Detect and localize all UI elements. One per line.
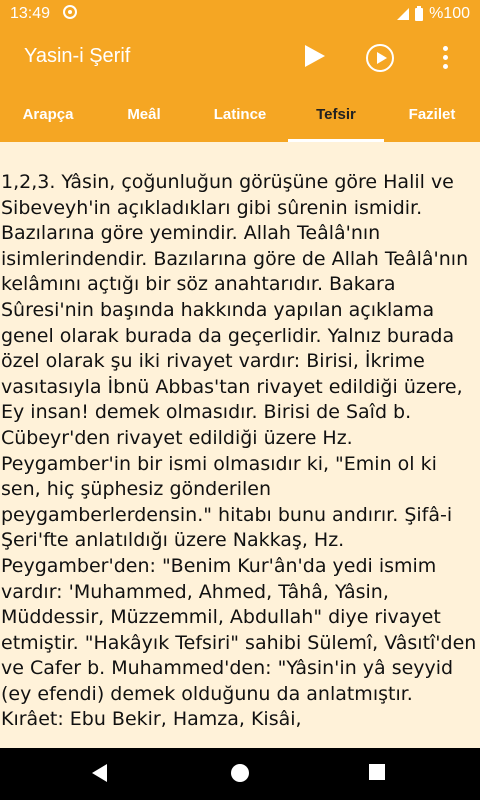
status-right: %100	[397, 5, 470, 23]
tab-meal[interactable]: Meâl	[96, 86, 192, 142]
more-options-icon[interactable]	[443, 46, 449, 70]
app-title: Yasin-i Şerif	[24, 45, 131, 67]
tab-latince[interactable]: Latince	[192, 86, 288, 142]
sync-icon	[63, 5, 77, 19]
tab-arapca[interactable]: Arapça	[0, 86, 96, 142]
navigation-bar	[0, 748, 480, 800]
signal-icon	[397, 8, 410, 20]
status-time: 13:49	[10, 5, 51, 22]
play-icon[interactable]	[305, 45, 325, 67]
battery-level: %100	[429, 5, 470, 22]
back-icon[interactable]	[92, 764, 107, 782]
play-circle-icon[interactable]	[366, 44, 394, 72]
tab-fazilet[interactable]: Fazilet	[384, 86, 480, 142]
status-bar: 13:49 %100	[0, 0, 480, 28]
tab-bar: Arapça Meâl Latince Tefsir Fazilet	[0, 86, 480, 142]
tab-tefsir[interactable]: Tefsir	[288, 86, 384, 142]
tefsir-text[interactable]: 1,2,3. Yâsin, çoğunluğun görüşüne göre H…	[0, 170, 480, 748]
battery-icon	[415, 5, 424, 21]
recents-icon[interactable]	[369, 764, 385, 780]
home-icon[interactable]	[231, 764, 249, 782]
app-bar: Yasin-i Şerif	[0, 28, 480, 86]
